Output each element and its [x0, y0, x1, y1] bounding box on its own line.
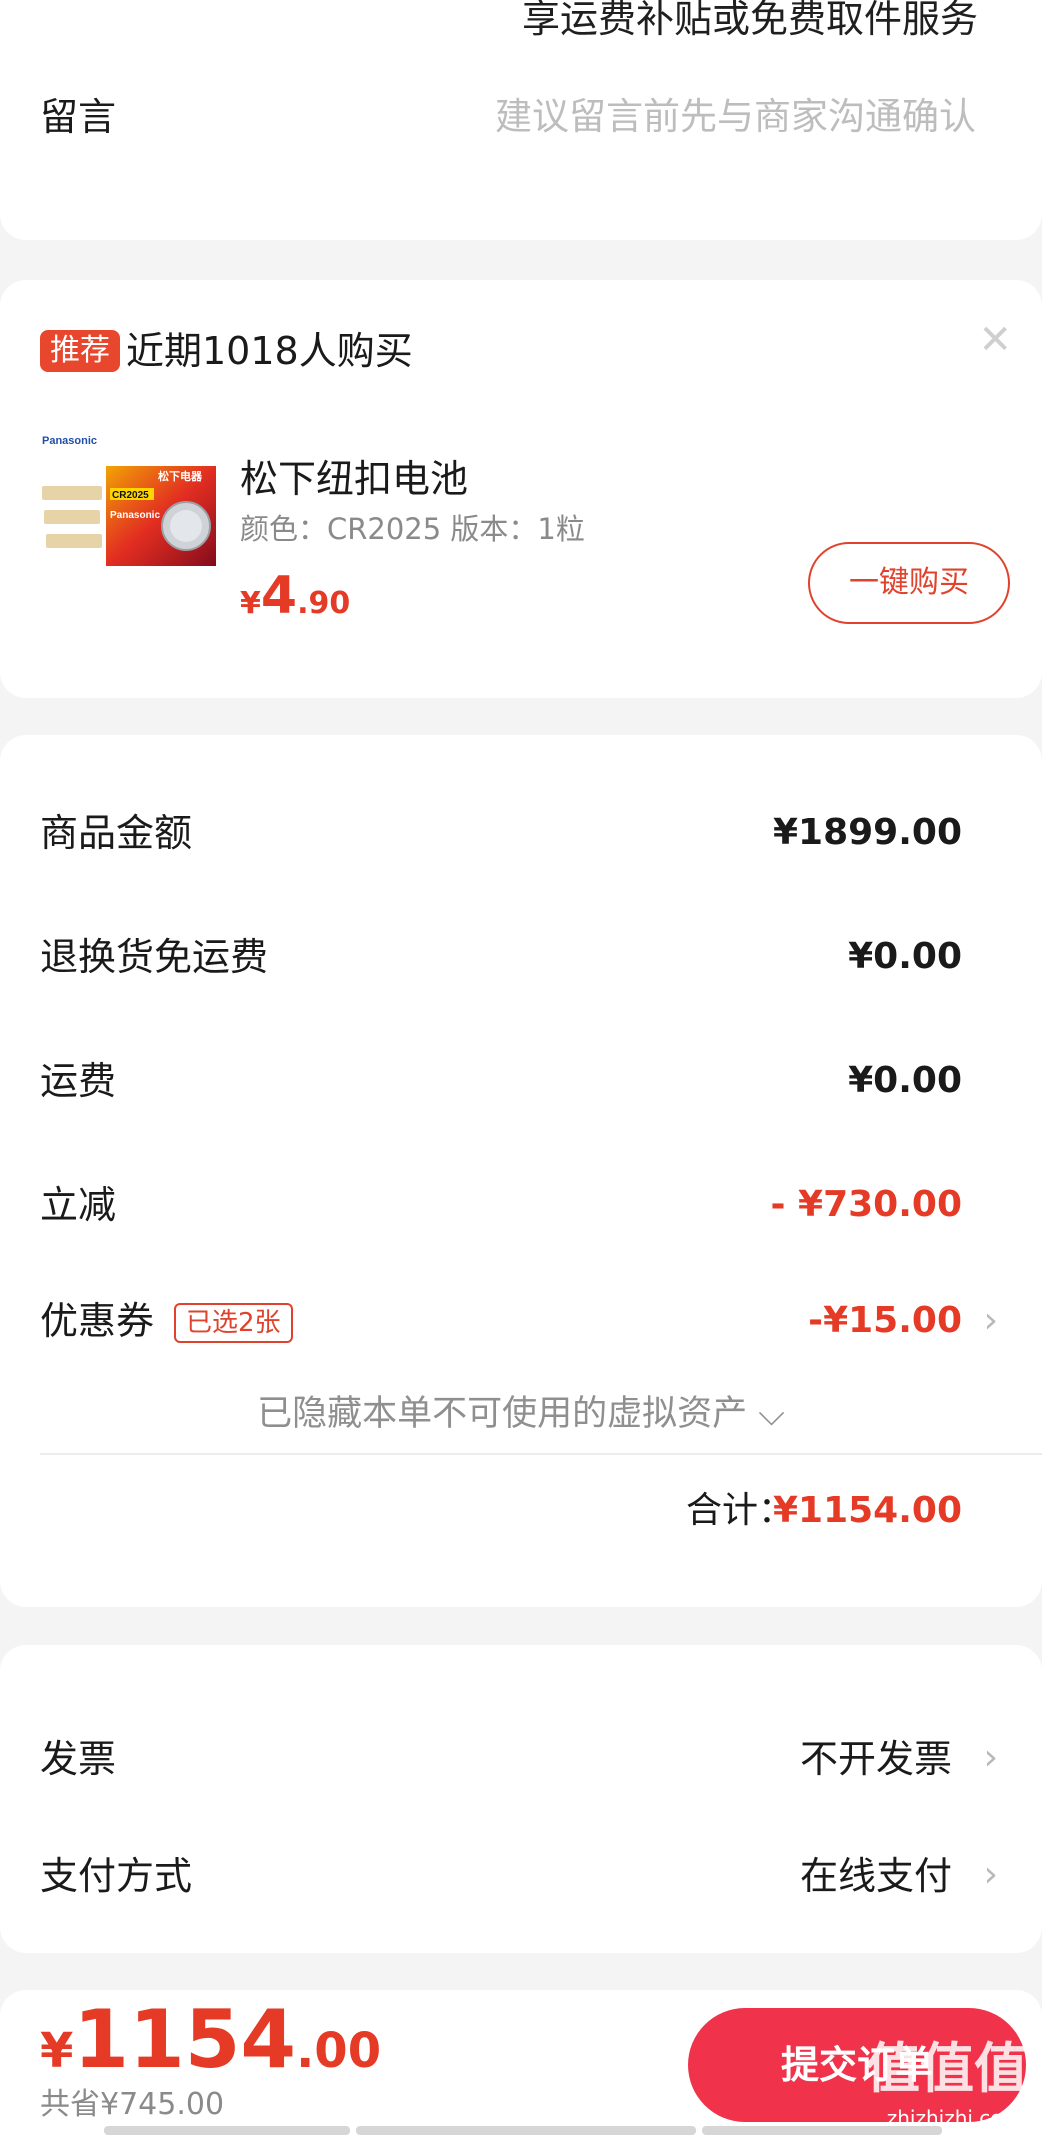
- product-price: ¥4.90: [240, 566, 351, 626]
- goods-amount-label: 商品金额: [40, 811, 193, 855]
- free-return-label: 退换货免运费: [40, 935, 269, 979]
- one-click-buy-button[interactable]: 一键购买: [808, 542, 1010, 624]
- payment-method-label: 支付方式: [40, 1854, 193, 1898]
- product-image[interactable]: Panasonic 松下电器 CR2025 Panasonic: [40, 430, 218, 580]
- shipping-fee-value: ¥0.00: [848, 1060, 962, 1101]
- bottom-indicator: [104, 2126, 350, 2135]
- saved-amount: 共省¥745.00: [40, 2087, 225, 2122]
- watermark-url: zhizhizhi.com: [886, 2106, 1022, 2130]
- recommend-tag: 推荐: [40, 330, 120, 372]
- order-top-card: 享运费补贴或免费取件服务 留言 建议留言前先与商家沟通确认: [0, 0, 1042, 240]
- shipping-service-note: 享运费补贴或免费取件服务: [521, 0, 978, 41]
- divider: [40, 1453, 1042, 1455]
- watermark-logo: 值值值: [866, 2037, 1028, 2100]
- product-spec: 颜色：CR2025 版本：1粒: [240, 512, 585, 546]
- recommend-title: 近期1018人购买: [126, 329, 413, 373]
- checkout-bar: ¥1154.00 共省¥745.00 提交订单 值值值 zhizhizhi.co…: [0, 1990, 1042, 2135]
- product-name[interactable]: 松下纽扣电池: [240, 460, 468, 498]
- shipping-fee-label: 运费: [40, 1059, 117, 1103]
- free-return-value: ¥0.00: [848, 936, 962, 977]
- coupon-selected-badge: 已选2张: [174, 1303, 293, 1343]
- payment-method-value[interactable]: 在线支付: [800, 1857, 952, 1895]
- chevron-right-icon[interactable]: ›: [984, 1303, 998, 1339]
- payable-total: ¥1154.00: [40, 1993, 382, 2086]
- total-value: ¥1154.00: [772, 1490, 962, 1531]
- amount-summary-card: 商品金额 ¥1899.00 退换货免运费 ¥0.00 运费 ¥0.00 立减 -…: [0, 735, 1042, 1607]
- close-icon[interactable]: ✕: [978, 320, 1012, 360]
- invoice-value[interactable]: 不开发票: [800, 1740, 952, 1778]
- message-label: 留言: [40, 95, 117, 139]
- message-input[interactable]: 建议留言前先与商家沟通确认: [495, 98, 976, 135]
- instant-discount-value: - ¥730.00: [770, 1184, 962, 1225]
- recommend-card: 推荐 近期1018人购买 ✕ Panasonic 松下电器 CR2025 Pan…: [0, 280, 1042, 698]
- instant-discount-label: 立减: [40, 1183, 117, 1227]
- bottom-indicator: [702, 2126, 942, 2135]
- invoice-payment-card: 发票 不开发票 › 支付方式 在线支付 ›: [0, 1645, 1042, 1953]
- svg-text:Panasonic: Panasonic: [110, 510, 160, 521]
- coupon-label[interactable]: 优惠券: [40, 1302, 154, 1340]
- chevron-right-icon[interactable]: ›: [984, 1857, 998, 1893]
- invoice-label: 发票: [40, 1737, 117, 1781]
- svg-text:CR2025: CR2025: [112, 490, 149, 501]
- goods-amount-value: ¥1899.00: [772, 812, 962, 853]
- svg-text:松下电器: 松下电器: [158, 469, 203, 483]
- chevron-right-icon[interactable]: ›: [984, 1740, 998, 1776]
- svg-text:Panasonic: Panasonic: [42, 435, 97, 447]
- coupon-value[interactable]: -¥15.00: [808, 1303, 962, 1339]
- hidden-assets-toggle[interactable]: 已隐藏本单不可使用的虚拟资产 ⌵: [0, 1397, 1042, 1432]
- bottom-indicator: [356, 2126, 696, 2135]
